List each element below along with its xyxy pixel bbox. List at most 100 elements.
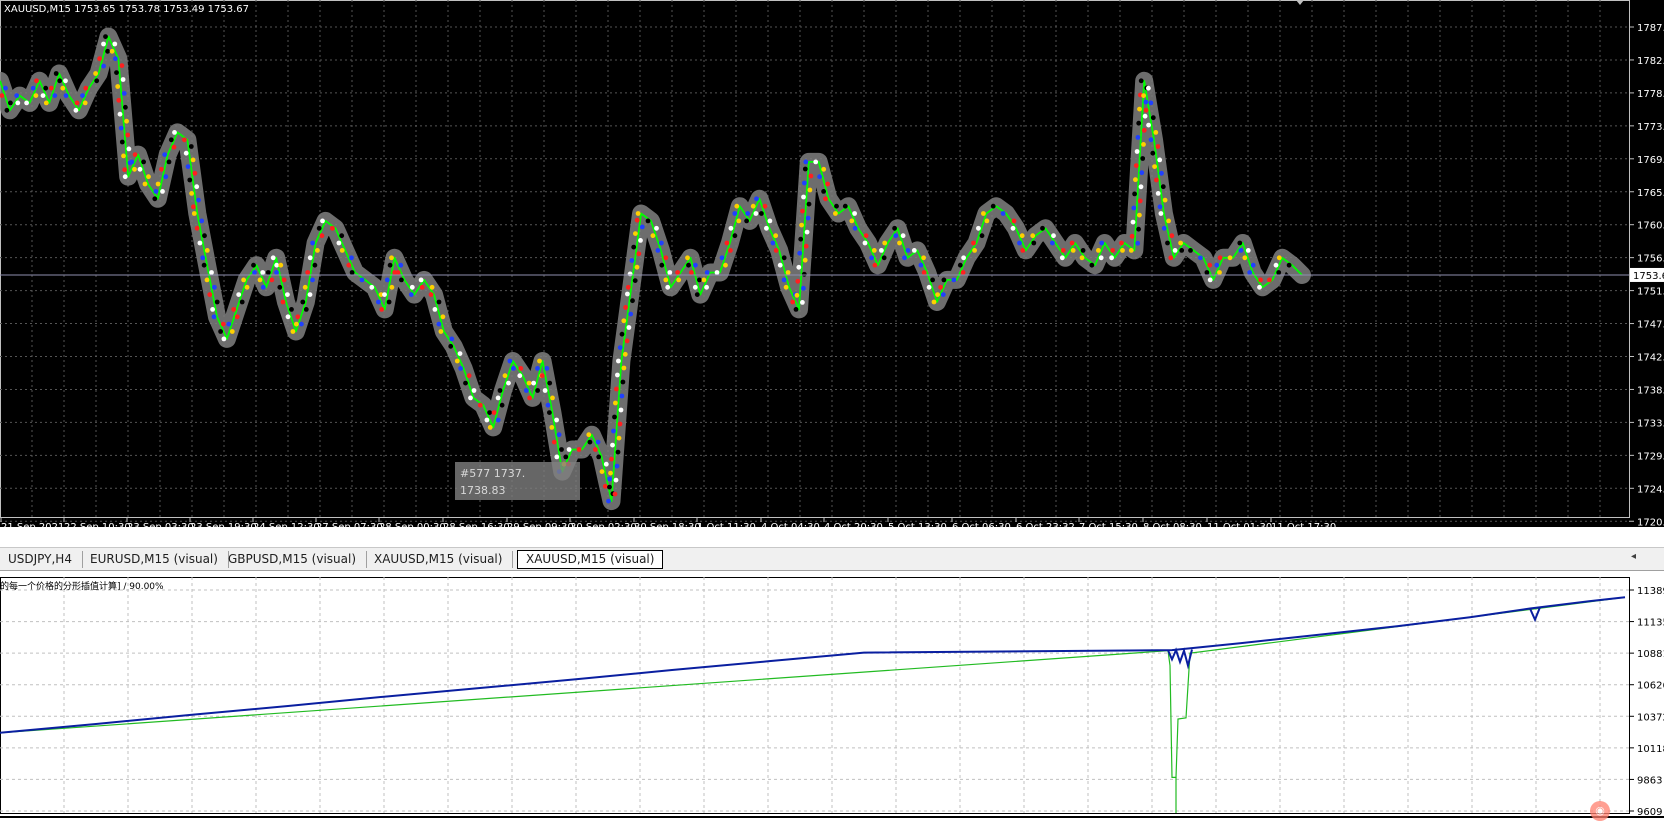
trade-marker — [951, 277, 957, 283]
trade-marker — [803, 243, 809, 249]
trade-marker — [1286, 262, 1292, 268]
trade-marker — [905, 248, 911, 253]
trade-marker — [587, 439, 593, 445]
trade-marker — [790, 299, 796, 305]
trade-marker — [1238, 248, 1244, 253]
y-tick-label: 1787.3 — [1637, 23, 1664, 34]
trade-marker — [1148, 137, 1154, 143]
trade-marker — [7, 100, 13, 106]
trade-marker — [43, 100, 49, 106]
trade-marker — [825, 181, 830, 187]
tab-xauusd-m15-active[interactable]: XAUUSD,M15 (visual) — [517, 550, 664, 569]
trade-marker — [113, 56, 118, 62]
trade-marker — [57, 78, 63, 84]
trade-marker — [1141, 93, 1146, 98]
trade-marker — [704, 270, 710, 275]
trade-marker — [833, 211, 838, 216]
trade-marker — [719, 255, 725, 261]
tab-gbpusd-m15[interactable]: GBPUSD,M15 (visual) — [228, 551, 368, 568]
trade-marker — [1131, 205, 1137, 211]
trade-marker — [511, 366, 516, 371]
trade-marker — [686, 262, 691, 268]
trade-marker — [142, 181, 148, 187]
trade-marker — [336, 240, 342, 246]
trade-marker — [438, 329, 444, 334]
trade-marker — [1198, 255, 1203, 261]
trade-marker — [633, 231, 638, 237]
trade-marker — [957, 262, 963, 268]
trade-marker — [74, 100, 80, 106]
trade-marker — [938, 284, 943, 290]
equity-chart[interactable]: 11389111351088110626103721011898639609 的… — [0, 577, 1664, 827]
trade-marker — [196, 197, 201, 203]
trade-marker — [629, 258, 635, 263]
trade-marker — [1070, 248, 1076, 253]
trade-marker — [220, 321, 226, 327]
trade-marker — [1129, 233, 1135, 239]
equity-y-tick-label: 9863 — [1637, 775, 1662, 786]
price-line — [0, 35, 1303, 502]
price-chart[interactable]: 1787.3 1782.8 1778.4 1773.9 1769.4 1765.0 1760… — [0, 0, 1664, 527]
trade-marker — [692, 284, 698, 290]
trade-marker — [926, 284, 932, 290]
trade-marker — [734, 203, 740, 209]
trade-marker — [1150, 115, 1156, 121]
x-tick-label: 7 Oct 15:30 — [1079, 522, 1138, 527]
trade-marker — [43, 85, 49, 91]
trade-marker — [1179, 248, 1185, 253]
trade-marker — [1227, 255, 1233, 261]
trade-marker — [395, 270, 401, 275]
trade-marker — [817, 174, 822, 180]
trade-marker — [750, 203, 756, 209]
trade-marker — [137, 166, 143, 172]
trade-marker — [1079, 255, 1085, 261]
trade-marker — [621, 318, 627, 324]
trade-marker — [159, 166, 164, 172]
trade-marker — [609, 456, 614, 462]
trade-marker — [48, 85, 54, 91]
trade-marker — [1168, 255, 1174, 261]
x-tick-label: 11 Oct 01:30 — [1207, 522, 1272, 527]
trade-marker — [34, 78, 39, 84]
trade-marker — [941, 277, 947, 283]
tab-eurusd-m15[interactable]: EURUSD,M15 (visual) — [90, 551, 229, 568]
trade-marker — [449, 336, 455, 342]
trade-marker — [1250, 262, 1256, 268]
trade-marker — [1139, 170, 1145, 176]
trade-marker — [105, 48, 110, 54]
trade-marker — [236, 292, 242, 297]
trade-marker — [704, 284, 709, 290]
trade-marker — [797, 250, 803, 256]
tab-scroll-left-icon[interactable]: ◂ — [1631, 551, 1636, 562]
equity-frame — [0, 577, 1630, 814]
trade-marker — [813, 159, 819, 165]
trade-marker — [303, 307, 309, 312]
trade-marker — [554, 417, 559, 423]
trade-marker — [265, 270, 271, 275]
trade-marker — [806, 201, 812, 207]
trade-marker — [155, 181, 161, 187]
trade-marker — [1143, 99, 1149, 105]
trade-marker — [759, 211, 764, 216]
trade-marker — [499, 402, 505, 408]
tab-xauusd-m15-1[interactable]: XAUUSD,M15 (visual) — [374, 551, 514, 568]
plot-frame — [0, 0, 1630, 518]
trade-marker — [506, 380, 511, 386]
trade-marker — [30, 85, 36, 91]
equity-y-tick-label: 10118 — [1637, 744, 1664, 755]
tab-usdjpy-h4[interactable]: USDJPY,H4 — [8, 551, 83, 568]
trade-marker — [595, 439, 601, 445]
trade-marker — [63, 78, 68, 84]
trade-marker — [80, 93, 85, 98]
trade-marker — [1132, 191, 1137, 197]
trade-marker — [408, 292, 414, 297]
trade-marker — [1010, 225, 1016, 231]
trade-marker — [804, 229, 810, 235]
trade-marker — [141, 159, 147, 165]
y-tick-label: 1733.7 — [1637, 418, 1664, 429]
trade-marker — [624, 338, 630, 344]
trade-marker — [285, 314, 291, 320]
trade-marker — [119, 139, 125, 145]
trade-marker — [634, 264, 640, 270]
trade-marker — [226, 321, 232, 327]
